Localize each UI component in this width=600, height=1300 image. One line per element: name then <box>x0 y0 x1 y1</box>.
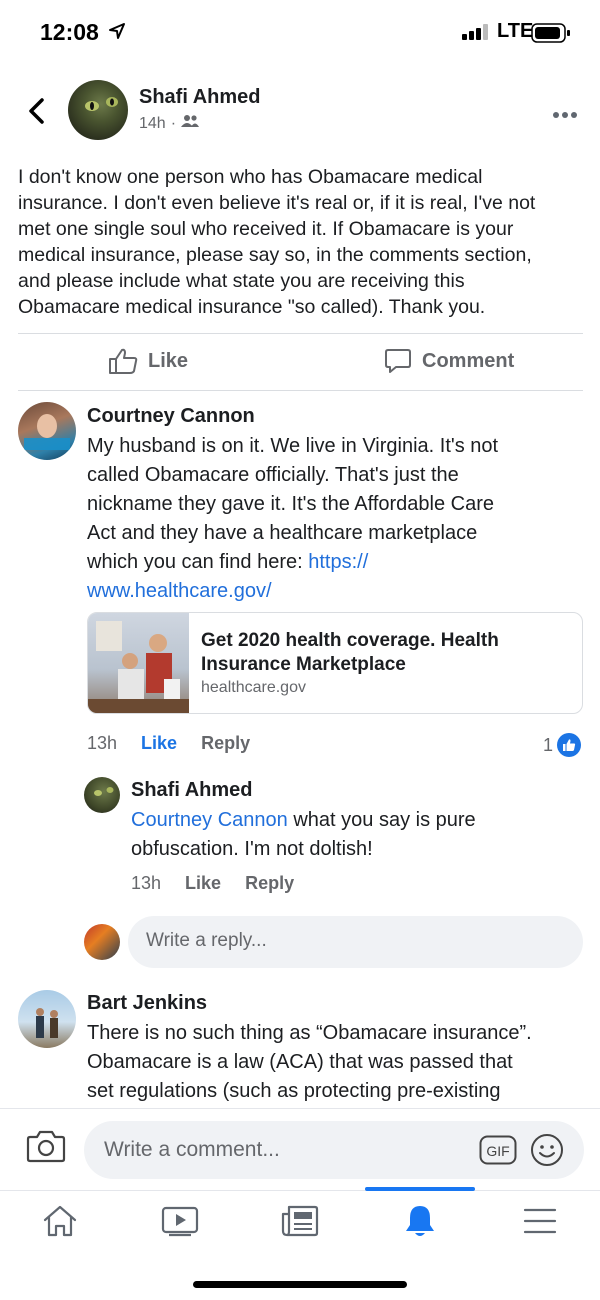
network-label: LTE <box>497 20 534 42</box>
home-icon <box>43 1205 77 1237</box>
reply-meta: 13h Like Reply <box>131 873 294 894</box>
separator-dot: · <box>170 114 177 132</box>
commenter-name[interactable]: Courtney Cannon <box>87 405 255 428</box>
post-text-line: medical insurance, please say so, in the… <box>18 244 532 266</box>
post-header: Shafi Ahmed 14h · <box>0 78 600 143</box>
reply-time: 13h <box>131 873 162 893</box>
comment-composer: Write a comment... GIF <box>0 1108 600 1190</box>
reply-input[interactable]: Write a reply... <box>128 916 583 968</box>
thumbs-up-icon <box>109 348 138 374</box>
active-tab-indicator <box>365 1187 475 1191</box>
menu-icon <box>523 1208 557 1234</box>
comment-label: Comment <box>422 349 515 372</box>
camera-button[interactable] <box>26 1129 66 1168</box>
reply-reply-button[interactable]: Reply <box>245 873 294 894</box>
status-bar: 12:08 LTE <box>0 0 600 66</box>
post-meta: 14h · <box>139 114 200 133</box>
home-indicator[interactable] <box>193 1281 407 1288</box>
signal-icon <box>462 24 492 45</box>
bottom-tab-bar <box>0 1187 600 1250</box>
reply-author-avatar[interactable] <box>84 777 120 813</box>
like-label: Like <box>148 349 189 372</box>
news-icon <box>281 1205 319 1237</box>
post-text-line: Obamacare medical insurance "so called).… <box>18 296 486 318</box>
tab-menu[interactable] <box>510 1199 570 1243</box>
status-time: 12:08 <box>40 19 99 45</box>
mention-link[interactable]: Courtney Cannon <box>131 809 288 831</box>
author-avatar[interactable] <box>68 80 128 140</box>
reply-text: what you say is pure <box>287 809 476 831</box>
comment-input[interactable]: Write a comment... GIF <box>84 1121 584 1179</box>
comment-text-line: There is no such thing as “Obamacare ins… <box>87 1022 532 1044</box>
commenter-name[interactable]: Bart Jenkins <box>87 992 207 1015</box>
post-text-line: and please include what state you are re… <box>18 270 465 292</box>
svg-text:GIF: GIF <box>486 1143 509 1159</box>
link-preview-title: Get 2020 health coverage. Health Insuran… <box>201 630 499 675</box>
tab-home[interactable] <box>30 1199 90 1243</box>
comment-text-line: nickname they gave it. It's the Affordab… <box>87 493 495 515</box>
gif-button[interactable]: GIF <box>479 1135 517 1170</box>
post-text-line: I don't know one person who has Obamacar… <box>18 166 483 188</box>
comment-text-line: set regulations (such as protecting pre-… <box>87 1080 501 1102</box>
post-author-name[interactable]: Shafi Ahmed <box>139 86 261 109</box>
post-text-line: met one single soul who received it. If … <box>18 218 514 240</box>
divider <box>18 333 583 334</box>
ellipsis-icon <box>553 112 577 118</box>
commenter-avatar[interactable] <box>18 402 76 460</box>
back-button[interactable] <box>22 96 52 126</box>
more-options-button[interactable] <box>552 106 578 124</box>
gif-icon: GIF <box>479 1135 517 1165</box>
reaction-count: 1 <box>543 734 554 755</box>
link-preview-image <box>88 613 189 713</box>
notifications-icon <box>406 1206 434 1236</box>
link-preview-card[interactable]: Get 2020 health coverage. Health Insuran… <box>87 612 583 714</box>
comment-text-line: which you can find here: <box>87 551 309 573</box>
commenter-avatar[interactable] <box>18 990 76 1048</box>
comment-text-line: My husband is on it. We live in Virginia… <box>87 435 499 457</box>
like-reaction-icon <box>557 733 582 757</box>
comment-body: There is no such thing as “Obamacare ins… <box>87 1019 532 1106</box>
like-button[interactable]: Like <box>108 347 188 375</box>
comment-body: My husband is on it. We live in Virginia… <box>87 432 498 606</box>
friends-icon <box>181 114 200 133</box>
location-arrow-icon <box>108 22 126 45</box>
comment-reply-button[interactable]: Reply <box>201 733 250 754</box>
tab-notifications[interactable] <box>390 1199 450 1243</box>
comment-link[interactable]: https:// <box>308 551 368 573</box>
post-body: I don't know one person who has Obamacar… <box>18 164 588 320</box>
comment-placeholder: Write a comment... <box>104 1138 280 1161</box>
comment-button[interactable]: Comment <box>384 347 514 375</box>
comment-bubble-icon <box>385 349 411 373</box>
post-actions: Like Comment <box>0 337 600 389</box>
chevron-left-icon <box>29 98 44 124</box>
comment-text-line: Obamacare is a law (ACA) that was passed… <box>87 1051 513 1073</box>
comment-text-line: called Obamacare officially. That's just… <box>87 464 459 486</box>
link-preview-domain: healthcare.gov <box>201 679 306 696</box>
reaction-summary[interactable]: 1 <box>543 733 582 757</box>
battery-icon <box>531 23 571 48</box>
divider <box>18 390 583 391</box>
reply-author-name[interactable]: Shafi Ahmed <box>131 779 253 802</box>
comment-link[interactable]: www.healthcare.gov/ <box>87 580 272 602</box>
comment-like-button[interactable]: Like <box>141 733 177 754</box>
comment-time: 13h <box>87 733 118 753</box>
emoji-button[interactable] <box>530 1133 564 1172</box>
camera-icon <box>26 1130 66 1163</box>
current-user-avatar <box>84 924 120 960</box>
reply-like-button[interactable]: Like <box>185 873 221 894</box>
tab-watch[interactable] <box>150 1199 210 1243</box>
post-text-line: insurance. I don't even believe it's rea… <box>18 192 536 214</box>
smiley-icon <box>531 1134 563 1166</box>
watch-icon <box>161 1206 199 1237</box>
tab-news[interactable] <box>270 1199 330 1243</box>
reply-body: Courtney Cannon what you say is pure obf… <box>131 806 476 864</box>
reply-text-line: obfuscation. I'm not doltish! <box>131 838 373 860</box>
reply-placeholder: Write a reply... <box>146 930 267 951</box>
comment-text-line: Act and they have a healthcare marketpla… <box>87 522 478 544</box>
post-time: 14h <box>139 114 166 132</box>
comment-meta: 13h Like Reply <box>87 733 250 754</box>
